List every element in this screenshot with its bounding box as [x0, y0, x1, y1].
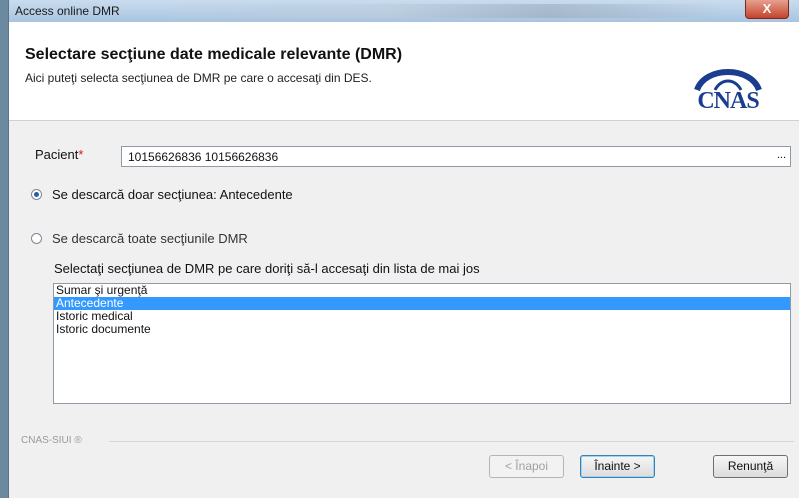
- page-title: Selectare secţiune date medicale relevan…: [25, 46, 403, 63]
- list-item-selected[interactable]: Antecedente: [54, 297, 790, 310]
- wizard-header: Selectare secţiune date medicale relevan…: [9, 22, 799, 121]
- radio-all-label: Se descarcă toate secţiunile DMR: [52, 231, 248, 246]
- list-item[interactable]: Istoric medical: [54, 310, 790, 323]
- title-bar[interactable]: Access online DMR X: [9, 0, 799, 23]
- next-button[interactable]: Înainte >: [580, 455, 655, 478]
- cnas-logo: CNAS: [685, 62, 771, 120]
- dialog-window: Access online DMR X Selectare secţiune d…: [8, 0, 799, 498]
- logo-text: CNAS: [697, 88, 759, 114]
- radio-single-indicator[interactable]: [31, 189, 42, 200]
- patient-field[interactable]: 10156626836 10156626836 ...: [121, 146, 791, 167]
- footer-brand: CNAS-SIUI ®: [21, 435, 82, 446]
- close-button[interactable]: X: [745, 0, 789, 19]
- radio-download-single[interactable]: Se descarcă doar secţiunea: Antecedente: [31, 187, 293, 202]
- patient-label-text: Pacient: [35, 147, 79, 162]
- back-button[interactable]: < Înapoi: [489, 455, 564, 478]
- radio-download-all[interactable]: Se descarcă toate secţiunile DMR: [31, 231, 248, 246]
- section-listbox[interactable]: Sumar şi urgenţă Antecedente Istoric med…: [53, 283, 791, 404]
- blurred-background-title: [159, 4, 719, 18]
- radio-single-label: Se descarcă doar secţiunea: Antecedente: [52, 187, 293, 202]
- list-item[interactable]: Sumar şi urgenţă: [54, 284, 790, 297]
- list-item[interactable]: Istoric documente: [54, 323, 790, 336]
- wizard-content: Pacient* 10156626836 10156626836 ... Se …: [9, 121, 799, 498]
- patient-label: Pacient*: [35, 147, 83, 162]
- patient-field-value: 10156626836 10156626836: [128, 150, 279, 164]
- cancel-button[interactable]: Renunţă: [713, 455, 788, 478]
- footer-divider: [109, 441, 794, 442]
- page-subtitle: Aici puteţi selecta secţiunea de DMR pe …: [25, 71, 372, 85]
- section-list-prompt: Selectaţi secţiunea de DMR pe care doriţ…: [54, 261, 480, 276]
- radio-all-indicator[interactable]: [31, 233, 42, 244]
- patient-browse-button[interactable]: ...: [777, 149, 786, 161]
- window-title: Access online DMR: [15, 4, 120, 18]
- required-mark: *: [78, 147, 84, 162]
